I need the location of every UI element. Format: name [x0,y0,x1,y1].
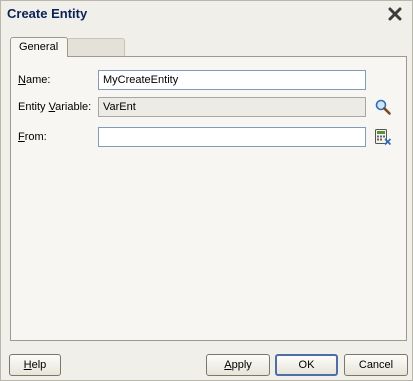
close-icon[interactable] [388,7,402,21]
from-label-mnemonic: F [18,131,25,143]
create-entity-dialog: Create Entity General Name: MyCreateEnti… [0,0,413,381]
apply-button[interactable]: Apply [206,354,270,376]
dialog-title: Create Entity [7,6,88,21]
from-input[interactable] [98,127,366,147]
name-row: Name: MyCreateEntity [18,70,408,90]
expression-builder-icon[interactable] [374,128,392,146]
tab-general[interactable]: General [10,37,68,57]
help-button-rest: elp [31,359,47,371]
apply-button-mnemonic: A [224,359,232,371]
entity-variable-input: VarEnt [98,97,366,117]
name-label-mnemonic: N [18,74,26,86]
help-button-mnemonic: H [23,359,32,371]
name-label-rest: ame: [25,74,51,86]
name-label: Name: [18,74,50,86]
cancel-button[interactable]: Cancel [344,354,408,376]
from-row: From: [18,127,408,147]
tab-blank[interactable] [67,38,125,56]
entity-variable-label-pre: Entity [18,101,49,113]
search-icon[interactable] [374,98,392,116]
name-input[interactable]: MyCreateEntity [98,70,366,90]
tab-general-label: General [19,41,59,53]
entity-variable-row: Entity Variable: VarEnt [18,97,408,117]
apply-button-rest: pply [231,359,252,371]
help-button[interactable]: Help [9,354,61,376]
ok-button[interactable]: OK [275,354,338,376]
from-label-rest: rom: [24,131,47,143]
entity-variable-label-post: ariable: [55,101,92,113]
from-label: From: [18,131,47,143]
entity-variable-label: Entity Variable: [18,101,91,113]
